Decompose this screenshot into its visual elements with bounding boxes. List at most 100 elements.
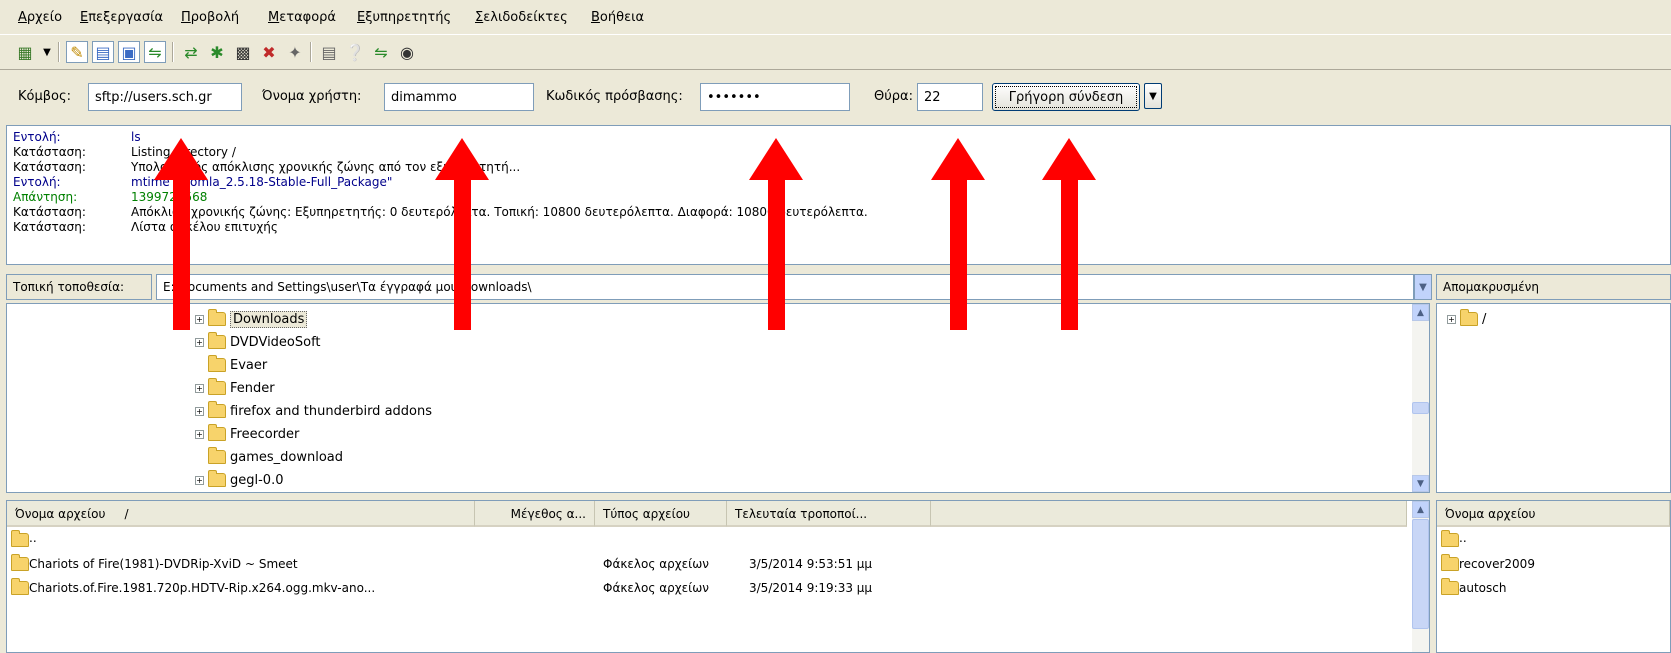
menu-file[interactable]: Αρχείο [18,10,62,25]
file-row[interactable]: .. [1437,529,1670,551]
log-label: Κατάσταση: [13,220,86,234]
file-name: recover2009 [1459,557,1535,571]
remote-tree-toggle-icon[interactable]: ▣ [118,41,140,63]
sort-icon: / [124,507,129,521]
file-row[interactable]: .. [7,529,1407,551]
filter-icon[interactable]: ▤ [318,41,340,63]
toolbar-separator [172,42,174,62]
process-queue-icon[interactable]: ✱ [206,41,228,63]
menu-transfer[interactable]: Μεταφορά [268,10,336,25]
binoculars-icon[interactable]: ◉ [396,41,418,63]
tree-item-label: DVDVideoSoft [230,334,321,350]
folder-icon [1441,578,1459,595]
file-row[interactable]: Chariots of Fire(1981)-DVDRip-XviD ~ Sme… [7,553,1407,575]
chevron-down-icon[interactable]: ▼ [1414,274,1432,300]
file-name: Chariots of Fire(1981)-DVDRip-XviD ~ Sme… [29,557,298,571]
local-site-label: Τοπική τοποθεσία: [6,274,152,300]
host-input[interactable] [88,83,242,111]
column-filename[interactable]: Όνομα αρχείου [1437,501,1670,527]
folder-icon [208,332,226,349]
local-path-input[interactable] [156,274,1414,300]
refresh-icon[interactable]: ⇄ [180,41,202,63]
log-label: Κατάσταση: [13,145,86,159]
toolbar: ▦ ▼ ✎ ▤ ▣ ⇋ ⇄ ✱ ▩ ✖ ✦ ▤ ❔ ⇋ ◉ [0,34,1671,70]
tree-item-label: Freecorder [230,426,300,442]
file-type: Φάκελος αρχείων [603,557,709,571]
tree-item-games-download[interactable]: games_download [195,446,343,468]
local-site-bar: Τοπική τοποθεσία: ▼ [6,274,1432,302]
port-label: Θύρα: [874,89,913,104]
scroll-up-icon[interactable]: ▲ [1412,304,1429,321]
scroll-thumb[interactable] [1412,519,1429,629]
menu-server[interactable]: Εξυπηρετητής [357,10,451,25]
toolbar-separator [58,42,60,62]
file-row[interactable]: Chariots.of.Fire.1981.720p.HDTV-Rip.x264… [7,577,1407,599]
expand-icon[interactable]: + [1447,314,1456,324]
tree-item-label: gegl-0.0 [230,472,284,488]
folder-icon [11,578,29,595]
local-tree-toggle-icon[interactable]: ▤ [92,41,114,63]
file-modified: 3/5/2014 9:19:33 μμ [749,581,873,595]
local-file-list: Όνομα αρχείου / Μέγεθος α... Τύπος αρχεί… [6,500,1430,653]
menu-edit[interactable]: Επεξεργασία [80,10,163,25]
file-modified: 3/5/2014 9:53:51 μμ [749,557,873,571]
tree-item-evaer[interactable]: Evaer [195,354,267,376]
disconnect-icon[interactable]: ✖ [258,41,280,63]
tree-item-freecorder[interactable]: + Freecorder [195,423,299,445]
file-name: autosch [1459,581,1507,595]
column-filler [931,501,1407,527]
sync-browse-icon[interactable]: ⇋ [370,41,392,63]
log-label: Απάντηση: [13,190,78,204]
username-input[interactable] [384,83,534,111]
local-directory-tree: + Downloads + DVDVideoSoft Evaer + Fender +… [6,303,1430,493]
tree-item-gegl[interactable]: + gegl-0.0 [195,469,283,491]
compare-icon[interactable]: ❔ [344,41,366,63]
menu-bookmarks[interactable]: Σελιδοδείκτες [475,10,568,25]
menu-help[interactable]: Βοήθεια [591,10,644,25]
tree-item-label: Fender [230,380,275,396]
local-file-list-scrollbar[interactable]: ▲ [1412,501,1429,652]
scroll-down-icon[interactable]: ▼ [1412,475,1429,492]
expand-icon[interactable]: + [195,337,204,347]
reconnect-icon[interactable]: ✦ [284,41,306,63]
scroll-up-icon[interactable]: ▲ [1412,501,1429,518]
quickconnect-button[interactable]: Γρήγορη σύνδεση [992,83,1140,111]
chevron-down-icon[interactable]: ▼ [36,41,58,63]
column-filesize[interactable]: Μέγεθος α... [475,501,595,527]
file-row[interactable]: autosch [1437,577,1670,599]
column-filename[interactable]: Όνομα αρχείου / [7,501,475,527]
tree-item-firefox-addons[interactable]: + firefox and thunderbird addons [195,400,432,422]
expand-icon[interactable]: + [195,406,204,416]
cancel-icon[interactable]: ▩ [232,41,254,63]
transfer-queue-toggle-icon[interactable]: ⇋ [144,41,166,63]
quickconnect-dropdown-icon[interactable]: ▼ [1144,83,1162,109]
tree-item-label: / [1482,311,1487,327]
tree-item-root[interactable]: + / [1447,308,1486,330]
username-label: Όνομα χρήστη: [262,89,362,104]
folder-icon [11,554,29,571]
file-row[interactable]: recover2009 [1437,553,1670,575]
port-input[interactable] [917,83,983,111]
password-label: Κωδικός πρόσβασης: [546,89,683,104]
password-input[interactable] [700,83,850,111]
message-log-toggle-icon[interactable]: ✎ [66,41,88,63]
log-text: Απόκλιση χρονικής ζώνης: Εξυπηρετητής: 0… [131,205,868,219]
menu-view[interactable]: Προβολή [181,10,239,25]
tree-item-dvdvideosoft[interactable]: + DVDVideoSoft [195,331,321,353]
scroll-thumb[interactable] [1412,402,1429,414]
tree-item-label: firefox and thunderbird addons [230,403,433,419]
expand-icon[interactable]: + [195,475,204,485]
expand-icon[interactable]: + [195,429,204,439]
site-manager-icon[interactable]: ▦ [14,41,36,63]
tree-item-downloads[interactable]: + Downloads [195,308,308,330]
expand-icon[interactable]: + [195,314,204,324]
expand-icon[interactable]: + [195,383,204,393]
folder-icon [1441,554,1459,571]
log-text: Λίστα φακέλου επιτυχής [131,220,278,234]
column-modified[interactable]: Τελευταία τροποποί... [727,501,931,527]
tree-item-fender[interactable]: + Fender [195,377,275,399]
file-name: .. [29,531,37,545]
local-tree-scrollbar[interactable]: ▲ ▼ [1412,304,1429,492]
host-label: Κόμβος: [18,89,72,104]
column-filetype[interactable]: Τύπος αρχείου [595,501,727,527]
